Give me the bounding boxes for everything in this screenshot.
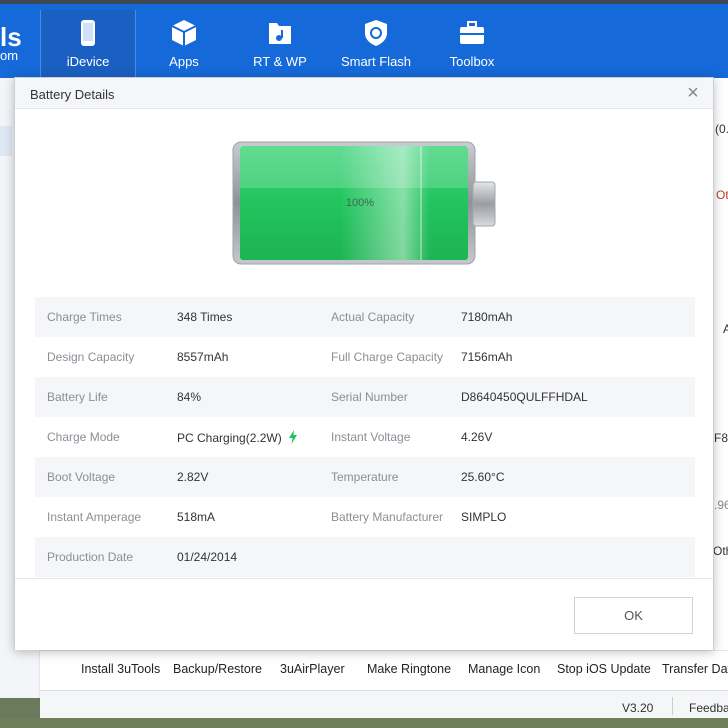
nav-apps[interactable]: Apps bbox=[136, 10, 232, 78]
design-capacity-label: Design Capacity bbox=[47, 350, 135, 364]
instant-voltage-value: 4.26V bbox=[461, 430, 493, 444]
quick-links-bar: Install 3uTools Backup/Restore 3uAirPlay… bbox=[40, 650, 728, 686]
shield-refresh-icon bbox=[365, 20, 387, 46]
brand-line-2: om bbox=[0, 48, 19, 63]
production-date-value: 01/24/2014 bbox=[177, 550, 238, 564]
table-row: Charge Times 348 Times Actual Capacity 7… bbox=[35, 297, 695, 337]
ok-button[interactable]: OK bbox=[574, 597, 693, 634]
nav-toolbox[interactable]: Toolbox bbox=[424, 10, 520, 78]
link-transfer-data[interactable]: Transfer Data bbox=[662, 662, 728, 676]
battery-life-label: Battery Life bbox=[47, 390, 108, 404]
boot-voltage-value: 2.82V bbox=[177, 470, 209, 484]
battery-percent-label: 100% bbox=[346, 197, 374, 209]
instant-amperage-label: Instant Amperage bbox=[47, 510, 142, 524]
table-row: Charge Mode PC Charging(2.2W) Instant Vo… bbox=[35, 417, 695, 457]
nav-rt-wp[interactable]: RT & WP bbox=[232, 10, 328, 78]
version-label: V3.20 bbox=[622, 701, 654, 715]
nav-label: iDevice bbox=[66, 54, 110, 69]
sidebar-selected-item[interactable] bbox=[0, 126, 12, 156]
nav-idevice[interactable]: iDevice bbox=[40, 10, 136, 78]
link-stop-ios-update[interactable]: Stop iOS Update bbox=[557, 662, 651, 676]
battery-icon: 100% bbox=[232, 141, 496, 265]
charge-mode-cell: PC Charging(2.2W) bbox=[177, 430, 298, 445]
charge-times-value: 348 Times bbox=[177, 310, 233, 324]
dialog-footer: OK bbox=[15, 578, 713, 650]
charge-mode-value: PC Charging(2.2W) bbox=[177, 431, 282, 445]
peek-text: Oth bbox=[713, 544, 728, 558]
peek-text: .96 bbox=[714, 498, 728, 512]
design-capacity-value: 8557mAh bbox=[177, 350, 229, 364]
feedback-link[interactable]: Feedback bbox=[689, 701, 728, 715]
link-3uairplayer[interactable]: 3uAirPlayer bbox=[280, 662, 345, 676]
instant-amperage-value: 518mA bbox=[177, 510, 216, 524]
nav-label: Apps bbox=[169, 54, 199, 69]
nav-label: RT & WP bbox=[253, 54, 307, 69]
nav-smart-flash[interactable]: Smart Flash bbox=[328, 10, 424, 78]
link-install-3utools[interactable]: Install 3uTools bbox=[81, 662, 160, 676]
temperature-value: 25.60°C bbox=[461, 470, 505, 484]
music-folder-icon bbox=[269, 23, 291, 44]
close-icon[interactable]: × bbox=[681, 82, 705, 106]
nav-label: Toolbox bbox=[449, 54, 495, 69]
actual-capacity-value: 7180mAh bbox=[461, 310, 513, 324]
table-row: Battery Life 84% Serial Number D8640450Q… bbox=[35, 377, 695, 417]
peek-text: F8 bbox=[714, 431, 728, 445]
table-row: Instant Amperage 518mA Battery Manufactu… bbox=[35, 497, 695, 537]
battery-manufacturer-value: SIMPLO bbox=[461, 510, 507, 524]
actual-capacity-label: Actual Capacity bbox=[331, 310, 415, 324]
lightning-bolt-icon bbox=[288, 430, 297, 444]
instant-voltage-label: Instant Voltage bbox=[331, 430, 411, 444]
boot-voltage-label: Boot Voltage bbox=[47, 470, 116, 484]
serial-number-value: D8640450QULFFHDAL bbox=[461, 390, 588, 404]
temperature-label: Temperature bbox=[331, 470, 399, 484]
battery-detail-table: Charge Times 348 Times Actual Capacity 7… bbox=[35, 297, 695, 577]
desktop-background bbox=[0, 718, 728, 728]
dialog-header: Battery Details × bbox=[15, 78, 713, 109]
serial-number-label: Serial Number bbox=[331, 390, 408, 404]
charge-times-label: Charge Times bbox=[47, 310, 122, 324]
charge-mode-label: Charge Mode bbox=[47, 430, 120, 444]
battery-life-value: 84% bbox=[177, 390, 202, 404]
table-row: Production Date 01/24/2014 bbox=[35, 537, 695, 577]
peek-text: Ot bbox=[716, 188, 728, 202]
cube-icon bbox=[171, 20, 197, 46]
peek-text: (0. bbox=[715, 122, 728, 136]
full-charge-capacity-value: 7156mAh bbox=[461, 350, 513, 364]
dialog-title: Battery Details bbox=[30, 87, 115, 102]
status-divider bbox=[672, 697, 673, 715]
table-row: Boot Voltage 2.82V Temperature 25.60°C bbox=[35, 457, 695, 497]
app-header: ls om iDevice Apps RT & WP Smart Flash T… bbox=[0, 0, 728, 78]
nav-label: Smart Flash bbox=[340, 54, 412, 69]
battery-manufacturer-label: Battery Manufacturer bbox=[331, 510, 444, 524]
battery-details-dialog: Battery Details × 100% Charge Times 348 … bbox=[14, 77, 714, 650]
phone-icon bbox=[81, 20, 95, 46]
production-date-label: Production Date bbox=[47, 550, 134, 564]
peek-text: A bbox=[723, 322, 728, 336]
table-row: Design Capacity 8557mAh Full Charge Capa… bbox=[35, 337, 695, 377]
link-make-ringtone[interactable]: Make Ringtone bbox=[367, 662, 451, 676]
full-charge-capacity-label: Full Charge Capacity bbox=[331, 350, 444, 364]
link-manage-icon[interactable]: Manage Icon bbox=[468, 662, 540, 676]
status-bar: V3.20 Feedback bbox=[40, 690, 728, 720]
toolbox-icon bbox=[460, 21, 484, 44]
link-backup-restore[interactable]: Backup/Restore bbox=[173, 662, 262, 676]
